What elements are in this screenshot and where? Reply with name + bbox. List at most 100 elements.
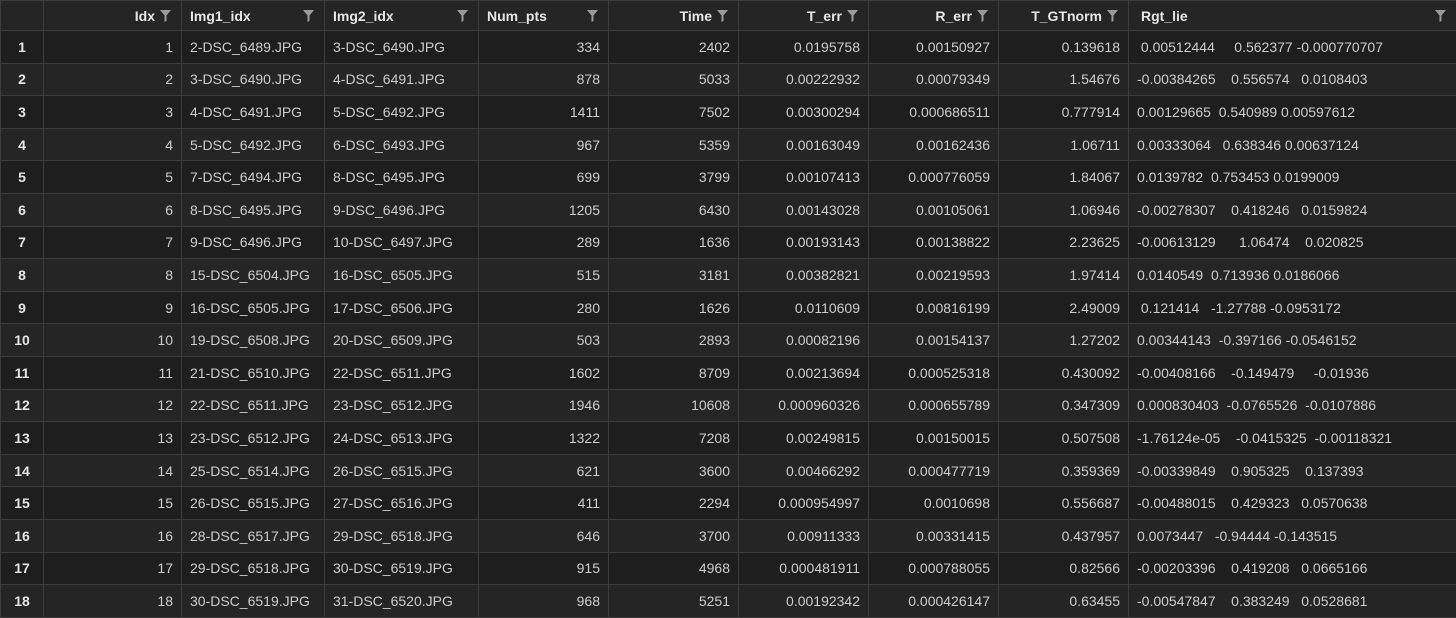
cell-t-err[interactable]: 0.000960326 [739, 389, 869, 422]
cell-img2-idx[interactable]: 23-DSC_6512.JPG [325, 389, 479, 422]
cell-time[interactable]: 3181 [609, 259, 739, 292]
cell-img2-idx[interactable]: 20-DSC_6509.JPG [325, 324, 479, 357]
cell-t-err[interactable]: 0.00249815 [739, 422, 869, 455]
cell-t-err[interactable]: 0.00192342 [739, 585, 869, 618]
cell-t-gtnorm[interactable]: 0.430092 [999, 356, 1129, 389]
cell-rgt-lie[interactable]: 0.00344143 -0.397166 -0.0546152 [1129, 324, 1456, 357]
cell-r-err[interactable]: 0.00150927 [869, 31, 999, 64]
column-header-img1-idx[interactable]: Img1_idx [182, 1, 325, 31]
table-row[interactable]: 121222-DSC_6511.JPG23-DSC_6512.JPG194610… [1, 389, 1456, 422]
cell-t-gtnorm[interactable]: 1.27202 [999, 324, 1129, 357]
row-number[interactable]: 18 [1, 585, 44, 618]
cell-img2-idx[interactable]: 27-DSC_6516.JPG [325, 487, 479, 520]
cell-r-err[interactable]: 0.000776059 [869, 161, 999, 194]
cell-idx[interactable]: 12 [44, 389, 182, 422]
cell-img2-idx[interactable]: 30-DSC_6519.JPG [325, 552, 479, 585]
column-header-num-pts[interactable]: Num_pts [479, 1, 609, 31]
table-row[interactable]: 445-DSC_6492.JPG6-DSC_6493.JPG96753590.0… [1, 128, 1456, 161]
cell-t-gtnorm[interactable]: 0.347309 [999, 389, 1129, 422]
cell-img1-idx[interactable]: 30-DSC_6519.JPG [182, 585, 325, 618]
cell-img1-idx[interactable]: 4-DSC_6491.JPG [182, 96, 325, 129]
cell-t-err[interactable]: 0.00222932 [739, 63, 869, 96]
filter-icon[interactable] [587, 10, 598, 22]
column-header-t-err[interactable]: T_err [739, 1, 869, 31]
table-row[interactable]: 101019-DSC_6508.JPG20-DSC_6509.JPG503289… [1, 324, 1456, 357]
table-row[interactable]: 161628-DSC_6517.JPG29-DSC_6518.JPG646370… [1, 519, 1456, 552]
row-number[interactable]: 8 [1, 259, 44, 292]
cell-time[interactable]: 4968 [609, 552, 739, 585]
cell-time[interactable]: 6430 [609, 193, 739, 226]
cell-img2-idx[interactable]: 4-DSC_6491.JPG [325, 63, 479, 96]
cell-img1-idx[interactable]: 25-DSC_6514.JPG [182, 454, 325, 487]
cell-t-gtnorm[interactable]: 2.49009 [999, 291, 1129, 324]
cell-time[interactable]: 1636 [609, 226, 739, 259]
cell-img2-idx[interactable]: 10-DSC_6497.JPG [325, 226, 479, 259]
table-row[interactable]: 111121-DSC_6510.JPG22-DSC_6511.JPG160287… [1, 356, 1456, 389]
cell-idx[interactable]: 16 [44, 519, 182, 552]
cell-r-err[interactable]: 0.00105061 [869, 193, 999, 226]
table-row[interactable]: 668-DSC_6495.JPG9-DSC_6496.JPG120564300.… [1, 193, 1456, 226]
table-row[interactable]: 557-DSC_6494.JPG8-DSC_6495.JPG69937990.0… [1, 161, 1456, 194]
column-header-time[interactable]: Time [609, 1, 739, 31]
cell-rgt-lie[interactable]: 0.00512444 0.562377 -0.000770707 [1129, 31, 1456, 64]
table-row[interactable]: 171729-DSC_6518.JPG30-DSC_6519.JPG915496… [1, 552, 1456, 585]
cell-r-err[interactable]: 0.000686511 [869, 96, 999, 129]
cell-rgt-lie[interactable]: -0.00339849 0.905325 0.137393 [1129, 454, 1456, 487]
cell-time[interactable]: 2893 [609, 324, 739, 357]
cell-idx[interactable]: 14 [44, 454, 182, 487]
cell-rgt-lie[interactable]: -0.00408166 -0.149479 -0.01936 [1129, 356, 1456, 389]
cell-img2-idx[interactable]: 26-DSC_6515.JPG [325, 454, 479, 487]
cell-r-err[interactable]: 0.000525318 [869, 356, 999, 389]
table-row[interactable]: 141425-DSC_6514.JPG26-DSC_6515.JPG621360… [1, 454, 1456, 487]
cell-t-err[interactable]: 0.00382821 [739, 259, 869, 292]
cell-num-pts[interactable]: 411 [479, 487, 609, 520]
table-row[interactable]: 334-DSC_6491.JPG5-DSC_6492.JPG141175020.… [1, 96, 1456, 129]
cell-img1-idx[interactable]: 16-DSC_6505.JPG [182, 291, 325, 324]
filter-icon[interactable] [303, 10, 314, 22]
cell-idx[interactable]: 9 [44, 291, 182, 324]
cell-r-err[interactable]: 0.0010698 [869, 487, 999, 520]
cell-num-pts[interactable]: 967 [479, 128, 609, 161]
cell-rgt-lie[interactable]: 0.00333064 0.638346 0.00637124 [1129, 128, 1456, 161]
cell-rgt-lie[interactable]: 0.0139782 0.753453 0.0199009 [1129, 161, 1456, 194]
row-number[interactable]: 1 [1, 31, 44, 64]
cell-t-err[interactable]: 0.00193143 [739, 226, 869, 259]
cell-time[interactable]: 1626 [609, 291, 739, 324]
cell-rgt-lie[interactable]: -0.00384265 0.556574 0.0108403 [1129, 63, 1456, 96]
cell-img1-idx[interactable]: 19-DSC_6508.JPG [182, 324, 325, 357]
cell-rgt-lie[interactable]: -0.00613129 1.06474 0.020825 [1129, 226, 1456, 259]
cell-t-gtnorm[interactable]: 0.556687 [999, 487, 1129, 520]
cell-t-err[interactable]: 0.000954997 [739, 487, 869, 520]
cell-img2-idx[interactable]: 17-DSC_6506.JPG [325, 291, 479, 324]
cell-time[interactable]: 2294 [609, 487, 739, 520]
cell-rgt-lie[interactable]: -0.00488015 0.429323 0.0570638 [1129, 487, 1456, 520]
cell-img1-idx[interactable]: 5-DSC_6492.JPG [182, 128, 325, 161]
cell-time[interactable]: 5033 [609, 63, 739, 96]
cell-img1-idx[interactable]: 23-DSC_6512.JPG [182, 422, 325, 455]
column-header-r-err[interactable]: R_err [869, 1, 999, 31]
cell-idx[interactable]: 15 [44, 487, 182, 520]
cell-idx[interactable]: 7 [44, 226, 182, 259]
column-header-idx[interactable]: Idx [44, 1, 182, 31]
cell-num-pts[interactable]: 915 [479, 552, 609, 585]
row-number[interactable]: 6 [1, 193, 44, 226]
cell-img1-idx[interactable]: 22-DSC_6511.JPG [182, 389, 325, 422]
cell-img1-idx[interactable]: 15-DSC_6504.JPG [182, 259, 325, 292]
cell-t-err[interactable]: 0.00213694 [739, 356, 869, 389]
cell-time[interactable]: 2402 [609, 31, 739, 64]
filter-icon[interactable] [977, 10, 988, 22]
table-row[interactable]: 8815-DSC_6504.JPG16-DSC_6505.JPG51531810… [1, 259, 1456, 292]
row-number[interactable]: 7 [1, 226, 44, 259]
cell-time[interactable]: 5359 [609, 128, 739, 161]
table-row[interactable]: 223-DSC_6490.JPG4-DSC_6491.JPG87850330.0… [1, 63, 1456, 96]
cell-time[interactable]: 3600 [609, 454, 739, 487]
table-row[interactable]: 131323-DSC_6512.JPG24-DSC_6513.JPG132272… [1, 422, 1456, 455]
cell-idx[interactable]: 5 [44, 161, 182, 194]
cell-img2-idx[interactable]: 29-DSC_6518.JPG [325, 519, 479, 552]
filter-icon[interactable] [160, 10, 171, 22]
cell-num-pts[interactable]: 289 [479, 226, 609, 259]
table-row[interactable]: 181830-DSC_6519.JPG31-DSC_6520.JPG968525… [1, 585, 1456, 618]
cell-idx[interactable]: 1 [44, 31, 182, 64]
cell-rgt-lie[interactable]: 0.00129665 0.540989 0.00597612 [1129, 96, 1456, 129]
cell-img1-idx[interactable]: 9-DSC_6496.JPG [182, 226, 325, 259]
